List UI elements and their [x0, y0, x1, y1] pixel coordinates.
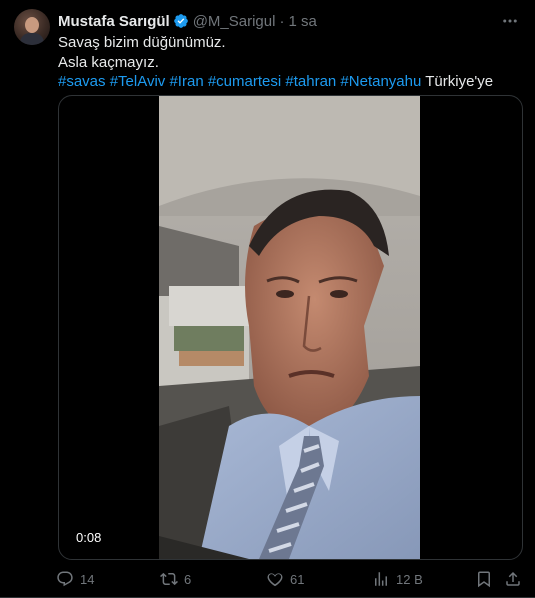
author-name[interactable]: Mustafa Sarıgül — [58, 13, 170, 30]
hashtag-link[interactable]: #Iran — [169, 73, 203, 90]
views-icon — [375, 572, 387, 586]
reply-button[interactable]: 14 — [56, 569, 94, 589]
trailing-text: Türkiye'ye — [425, 73, 494, 90]
hashtag-link[interactable]: #tahran — [285, 73, 336, 90]
reply-count: 14 — [80, 571, 95, 587]
share-icon — [506, 571, 520, 586]
like-count: 61 — [290, 571, 305, 587]
tweet-text-line: Asla kaçmayız. — [58, 53, 159, 71]
hashtag-line: #savas #TelAviv #Iran #cumartesi #tahran… — [58, 72, 518, 92]
bookmark-icon — [478, 571, 490, 588]
tweet[interactable]: Mustafa Sarıgül @M_Sarigul · 1 sa Savaş … — [0, 0, 535, 598]
hashtag-link[interactable]: #Netanyahu — [340, 73, 421, 90]
verified-badge-icon — [173, 13, 189, 29]
avatar-body — [20, 33, 44, 45]
views-button[interactable]: 12 B — [372, 569, 423, 589]
action-bar: 14 6 61 12 B — [56, 569, 522, 589]
repost-button[interactable]: 6 — [160, 569, 191, 589]
author-handle[interactable]: @M_Sarigul — [193, 13, 276, 30]
hashtag-link[interactable]: #savas — [58, 73, 106, 90]
hashtag-link[interactable]: #TelAviv — [110, 73, 166, 90]
repost-icon — [160, 572, 178, 586]
share-button[interactable] — [504, 569, 522, 589]
like-icon — [267, 573, 283, 587]
reply-icon — [57, 571, 73, 587]
views-count: 12 B — [396, 571, 423, 587]
video-player[interactable]: 0:08 — [58, 95, 523, 560]
hashtag-link[interactable]: #cumartesi — [208, 73, 281, 90]
avatar-face — [25, 17, 39, 33]
repost-count: 6 — [184, 571, 192, 587]
avatar[interactable] — [14, 9, 50, 45]
more-icon[interactable] — [499, 11, 521, 31]
post-time[interactable]: 1 sa — [288, 13, 316, 30]
like-button[interactable]: 61 — [266, 569, 304, 589]
bookmark-button[interactable] — [475, 569, 493, 589]
video-timecode: 0:08 — [71, 528, 107, 547]
separator-dot: · — [279, 12, 285, 30]
video-frame[interactable] — [159, 96, 420, 559]
tweet-text-line: Savaş bizim düğünümüz. — [58, 34, 226, 51]
tweet-text: Savaş bizim düğünümüz. Asla kaçmayız. #s… — [58, 33, 518, 92]
tweet-header: Mustafa Sarıgül @M_Sarigul · 1 sa — [58, 11, 317, 31]
